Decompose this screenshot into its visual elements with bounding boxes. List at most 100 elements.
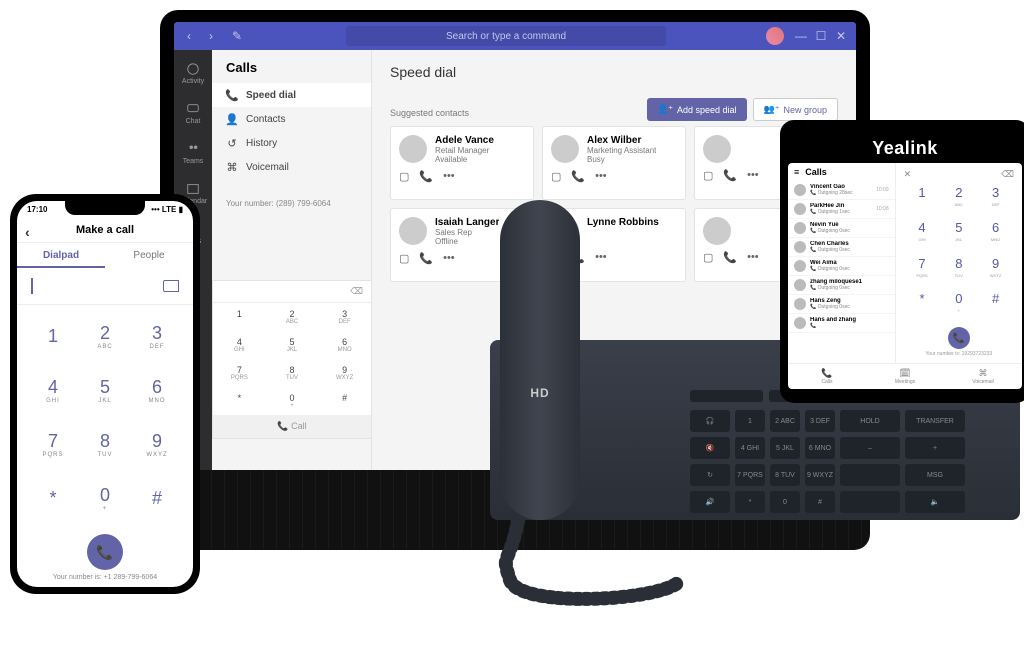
rail-chat[interactable]: Chat — [174, 94, 212, 132]
recent-row[interactable]: zhang miloquese1 📞 Outgoing 0sec — [788, 276, 895, 295]
more-icon[interactable]: ••• — [595, 170, 607, 183]
dial-key[interactable]: 3DEF — [977, 184, 1014, 219]
mute-key[interactable]: 🔇 — [690, 437, 730, 459]
dial-key[interactable]: 9WXYZ — [318, 359, 371, 387]
video-icon[interactable]: ▢ — [399, 252, 409, 265]
dial-key[interactable]: 2ABC — [940, 184, 977, 219]
key-0[interactable]: 0 — [770, 491, 800, 513]
dial-key[interactable]: 7PQRS — [904, 255, 941, 290]
video-icon[interactable]: ▢ — [703, 169, 713, 182]
dial-key[interactable]: 5JKL — [266, 331, 319, 359]
video-icon[interactable]: ▢ — [551, 170, 561, 183]
vol-up-key[interactable]: + — [905, 437, 965, 459]
dial-key[interactable]: 7PQRS — [213, 359, 266, 387]
dial-key[interactable]: * — [213, 387, 266, 415]
key-hash[interactable]: # — [805, 491, 835, 513]
dial-key[interactable]: 1 — [213, 303, 266, 331]
key-9[interactable]: 9 WXYZ — [805, 464, 835, 486]
key-star[interactable]: * — [735, 491, 765, 513]
recent-row[interactable]: ParkHee Jin 📞 Outgoing 1sec 10:08 — [788, 200, 895, 219]
back-icon[interactable]: ‹ — [25, 224, 30, 240]
more-icon[interactable]: ••• — [747, 169, 759, 182]
video-icon[interactable]: ▢ — [399, 170, 409, 183]
phone-number-input[interactable] — [17, 268, 193, 305]
dial-key[interactable]: 3DEF — [318, 303, 371, 331]
key-3[interactable]: 3 DEF — [805, 410, 835, 432]
search-input[interactable]: Search or type a command — [346, 26, 666, 46]
more-icon[interactable]: ••• — [443, 170, 455, 183]
hold-key[interactable]: HOLD — [840, 410, 900, 432]
dial-key[interactable]: * — [904, 290, 941, 325]
call-button[interactable]: 📞 Call — [213, 415, 371, 438]
vol-down-key[interactable]: – — [840, 437, 900, 459]
speaker-key[interactable]: 🔊 — [690, 491, 730, 513]
dial-key[interactable]: 2ABC — [79, 309, 131, 363]
dial-key[interactable]: 0+ — [266, 387, 319, 415]
dial-key[interactable]: # — [977, 290, 1014, 325]
redial-key[interactable]: ↻ — [690, 464, 730, 486]
more-icon[interactable]: ••• — [595, 251, 607, 264]
calls-item-speed-dial[interactable]: 📞Speed dial — [212, 83, 371, 107]
dial-key[interactable]: 5JKL — [79, 363, 131, 417]
transfer-key[interactable]: TRANSFER — [905, 410, 965, 432]
dialpad-input[interactable]: ⌫ — [213, 281, 371, 303]
recent-row[interactable]: Wei Aima 📞 Outgoing 0sec — [788, 257, 895, 276]
phone-call-button[interactable]: 📞 — [87, 534, 123, 570]
tablet-call-button[interactable]: 📞 — [948, 327, 970, 349]
dial-key[interactable]: # — [318, 387, 371, 415]
dial-key[interactable]: 6MNO — [977, 219, 1014, 254]
dial-key[interactable]: 8TUV — [266, 359, 319, 387]
dial-key[interactable]: 9WXYZ — [131, 418, 183, 472]
backspace-icon[interactable] — [163, 280, 179, 292]
maximize-icon[interactable]: ☐ — [812, 27, 830, 45]
calls-item-history[interactable]: ↺History — [212, 131, 371, 155]
recent-row[interactable]: Hans Zeng 📞 Outgoing 0sec — [788, 295, 895, 314]
tab-voicemail[interactable]: ⌘Voicemail — [944, 364, 1022, 389]
key-4[interactable]: 4 GHI — [735, 437, 765, 459]
compose-icon[interactable]: ✎ — [228, 27, 246, 45]
minimize-icon[interactable]: — — [792, 27, 810, 45]
dial-key[interactable]: 8TUV — [79, 418, 131, 472]
dial-key[interactable]: 8TUV — [940, 255, 977, 290]
speaker-icon-key[interactable]: 🔈 — [905, 491, 965, 513]
key-8[interactable]: 8 TUV — [770, 464, 800, 486]
dial-key[interactable]: 4GHI — [27, 363, 79, 417]
menu-icon[interactable]: ≡ — [794, 167, 799, 177]
tab-calls[interactable]: 📞Calls — [788, 364, 866, 389]
dial-key[interactable]: # — [131, 472, 183, 526]
phone-icon[interactable]: 📞 — [419, 252, 433, 265]
dial-key[interactable]: 0+ — [940, 290, 977, 325]
key-1[interactable]: 1 — [735, 410, 765, 432]
headset-key[interactable]: 🎧 — [690, 410, 730, 432]
new-group-button[interactable]: 👥⁺New group — [753, 98, 839, 121]
dial-key[interactable]: 0+ — [79, 472, 131, 526]
key-6[interactable]: 6 MNO — [805, 437, 835, 459]
dial-key[interactable]: 7PQRS — [27, 418, 79, 472]
tab-meetings[interactable]: 🗓Meetings — [866, 364, 944, 389]
dial-key[interactable]: * — [27, 472, 79, 526]
calls-item-contacts[interactable]: 👤Contacts — [212, 107, 371, 131]
recent-row[interactable]: Nevin Yue 📞 Outgoing 0sec — [788, 219, 895, 238]
msg-key[interactable]: MSG — [905, 464, 965, 486]
dial-key[interactable]: 6MNO — [318, 331, 371, 359]
dial-key[interactable]: 6MNO — [131, 363, 183, 417]
user-avatar[interactable] — [766, 27, 784, 45]
video-icon[interactable]: ▢ — [703, 251, 713, 264]
back-icon[interactable]: ‹ — [180, 27, 198, 45]
close-icon[interactable]: ✕ — [832, 27, 850, 45]
recent-row[interactable]: Hans and zhang 📞 — [788, 314, 895, 333]
phone-icon[interactable]: 📞 — [571, 170, 585, 183]
recent-row[interactable]: Chen Charles 📞 Outgoing 0sec — [788, 238, 895, 257]
contact-card[interactable]: Adele Vance Retail Manager Available ▢ 📞… — [390, 126, 534, 200]
add-speed-dial-button[interactable]: 👤⁺Add speed dial — [647, 98, 747, 121]
backspace-icon[interactable]: ⌫ — [350, 286, 363, 297]
recent-row[interactable]: Vincent Gao 📞 Outgoing 28sec 10:09 — [788, 181, 895, 200]
phone-icon[interactable]: 📞 — [723, 251, 737, 264]
dial-key[interactable]: 4GHI — [213, 331, 266, 359]
dial-key[interactable]: 2ABC — [266, 303, 319, 331]
more-icon[interactable]: ••• — [747, 251, 759, 264]
backspace-icon[interactable]: ⌫ — [1001, 169, 1014, 180]
dial-key[interactable]: 4GHI — [904, 219, 941, 254]
key-5[interactable]: 5 JKL — [770, 437, 800, 459]
forward-icon[interactable]: › — [202, 27, 220, 45]
